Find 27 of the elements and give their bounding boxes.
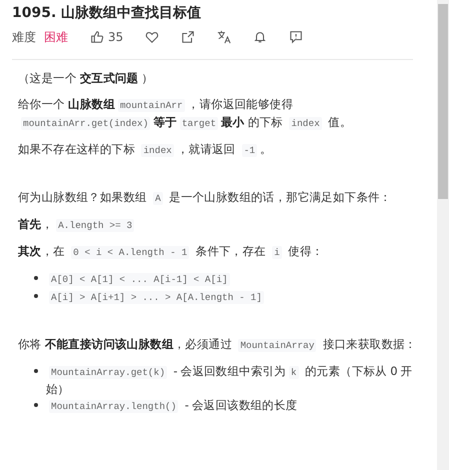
paragraph: 其次，在 0 < i < A.length - 1 条件下，存在 i 使得： xyxy=(18,243,324,261)
difficulty-level: 困难 xyxy=(44,28,68,46)
list-item: A[i] > A[i+1] > ... > A[A.length - 1] xyxy=(48,290,265,306)
scrollbar-thumb[interactable] xyxy=(438,4,448,199)
thumbs-up-icon[interactable] xyxy=(90,30,104,44)
bell-icon[interactable] xyxy=(253,30,268,44)
paragraph: 首先， A.length >= 3 xyxy=(18,216,136,234)
paragraph: 给你一个 山脉数组 mountainArr ，请你返回能够使得 mountainArr.get(index) 等于 target 最小 的下标 index 值。 xyxy=(18,96,353,132)
translate-icon[interactable] xyxy=(217,30,232,44)
bullet-icon xyxy=(34,369,38,373)
share-icon[interactable] xyxy=(181,30,196,44)
scrollbar[interactable] xyxy=(437,0,449,470)
difficulty-label: 难度 xyxy=(12,28,36,46)
paragraph: 如果不存在这样的下标 index ，就请返回 -1 。 xyxy=(18,141,273,159)
problem-title: 1095. 山脉数组中查找目标值 xyxy=(12,4,202,23)
list-item: MountainArray.length() - 会返回该数组的长度 xyxy=(48,397,298,415)
comment-icon[interactable] xyxy=(289,30,304,44)
bullet-icon xyxy=(34,403,38,407)
list-item: A[0] < A[1] < ... A[i-1] < A[i] xyxy=(48,272,231,288)
bullet-icon xyxy=(34,276,38,280)
bullet-icon xyxy=(34,294,38,298)
paragraph: 你将 不能直接访问该山脉数组，必须通过 MountainArray 接口来获取数据： xyxy=(18,336,418,354)
paragraph: （这是一个 交互式问题 ） xyxy=(18,70,154,87)
like-count: 35 xyxy=(108,30,124,44)
paragraph: 何为山脉数组？如果数组 A 是一个山脉数组的话，那它满足如下条件： xyxy=(18,189,392,207)
heart-icon[interactable] xyxy=(145,30,160,44)
list-item: MountainArray.get(k) - 会返回数组中索引为 k 的元素（下标从 0 开始） xyxy=(46,363,414,397)
